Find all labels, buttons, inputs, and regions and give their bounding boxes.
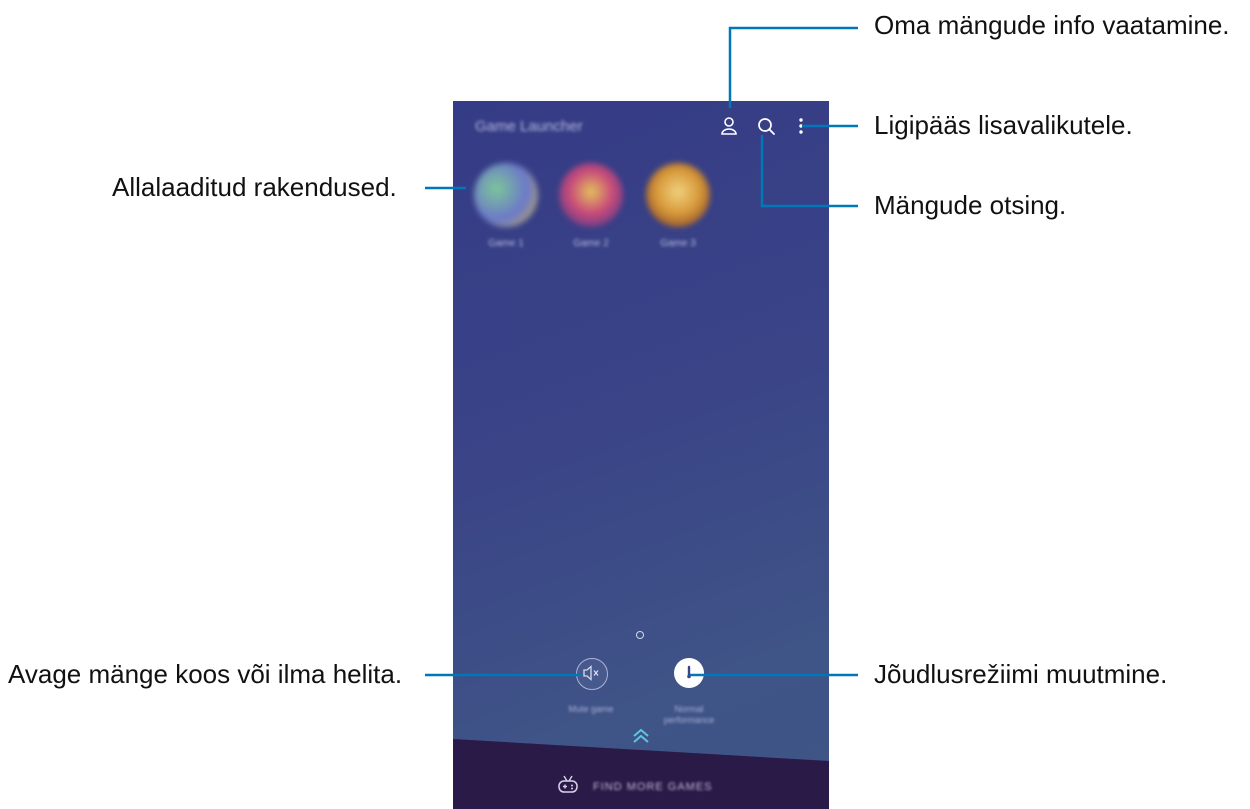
callout-performance: Jõudlusrežiimi muutmine. [874, 659, 1168, 689]
callout-downloaded-apps: Allalaaditud rakendused. [112, 172, 397, 202]
callout-profile: Oma mängude info vaatamine. [874, 10, 1230, 40]
callout-mute: Avage mänge koos või ilma helita. [8, 659, 403, 689]
callout-more-options: Ligipääs lisavalikutele. [874, 110, 1133, 140]
callout-search: Mängude otsing. [874, 190, 1067, 220]
